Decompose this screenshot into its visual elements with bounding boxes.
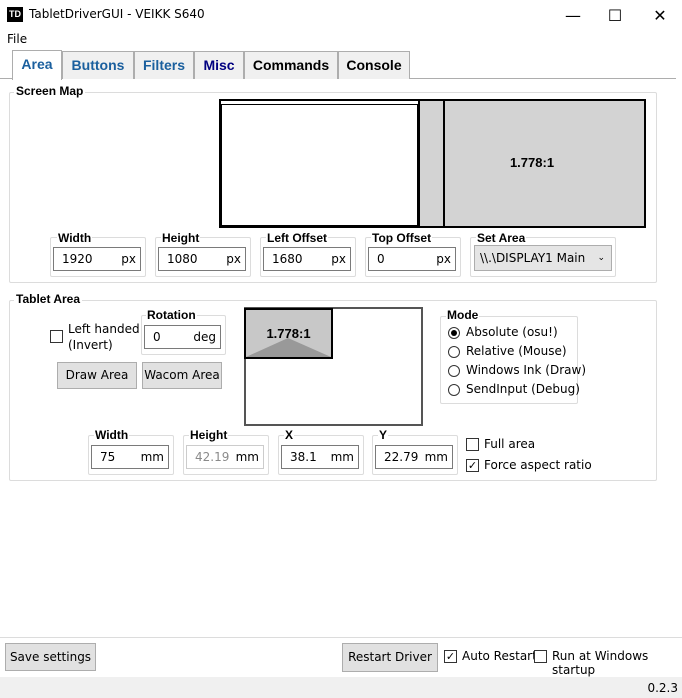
- close-icon: ✕: [653, 5, 667, 25]
- close-button[interactable]: ✕: [637, 0, 682, 30]
- screen-ratio: 1.778:1: [509, 155, 555, 170]
- force-aspect-label: Force aspect ratio: [484, 458, 592, 472]
- screen-height-input[interactable]: 1080 px: [158, 247, 246, 271]
- force-aspect-checkbox[interactable]: ✓: [466, 459, 479, 472]
- status-bar: 0.2.3: [0, 677, 682, 698]
- top-offset-input[interactable]: 0 px: [368, 247, 456, 271]
- set-area-label: Set Area: [476, 231, 527, 245]
- wacom-area-button[interactable]: Wacom Area: [142, 362, 222, 389]
- tablet-area-label: Tablet Area: [14, 292, 83, 306]
- window-title: TabletDriverGUI - VEIKK S640: [29, 7, 205, 21]
- mode-label-absolute: Absolute (osu!): [466, 325, 558, 339]
- rotation-input[interactable]: 0 deg: [144, 325, 221, 349]
- screen-width-unit: px: [121, 252, 136, 266]
- screen-width-input[interactable]: 1920 px: [53, 247, 141, 271]
- tablet-width-unit: mm: [140, 450, 164, 464]
- tablet-height-unit: mm: [235, 450, 259, 464]
- rotation-unit: deg: [193, 330, 216, 344]
- tab-misc[interactable]: Misc: [194, 51, 244, 79]
- app-icon: TD: [7, 7, 23, 22]
- screen-map-label: Screen Map: [14, 84, 86, 98]
- tablet-height-label: Height: [189, 428, 229, 442]
- mode-label-relative: Relative (Mouse): [466, 344, 567, 358]
- maximize-icon: ☐: [607, 5, 623, 25]
- version-label: 0.2.3: [647, 681, 678, 695]
- tab-area[interactable]: Area: [12, 50, 62, 80]
- auto-restart-checkbox[interactable]: ✓: [444, 650, 457, 663]
- restart-driver-button[interactable]: Restart Driver: [342, 643, 438, 672]
- mode-radio-sendinput[interactable]: [448, 384, 460, 396]
- tablet-y-unit: mm: [424, 450, 448, 464]
- left-handed-checkbox[interactable]: [50, 330, 63, 343]
- rotation-label: Rotation: [146, 308, 197, 322]
- left-handed-line2: (Invert): [68, 338, 113, 352]
- checkmark-icon: ✓: [467, 459, 478, 472]
- tab-commands[interactable]: Commands: [244, 51, 338, 79]
- rotation-value: 0: [153, 330, 161, 344]
- run-at-startup-checkbox[interactable]: [534, 650, 547, 663]
- left-offset-label: Left Offset: [266, 231, 328, 245]
- mode-radio-relative[interactable]: [448, 346, 460, 358]
- mode-label: Mode: [446, 308, 480, 322]
- tablet-width-value: 75: [100, 450, 116, 464]
- checkmark-icon: ✓: [445, 650, 456, 663]
- full-area-label: Full area: [484, 437, 536, 451]
- tablet-width-input[interactable]: 75 mm: [91, 445, 169, 469]
- minimize-button[interactable]: —: [550, 0, 596, 30]
- tablet-x-label: X: [284, 428, 295, 442]
- draw-area-button[interactable]: Draw Area: [57, 362, 137, 389]
- tablet-height-input: 42.19 mm: [186, 445, 264, 469]
- tablet-height-value: 42.19: [195, 450, 230, 464]
- maximize-button[interactable]: ☐: [592, 0, 638, 30]
- tablet-y-label: Y: [378, 428, 389, 442]
- top-offset-label: Top Offset: [371, 231, 433, 245]
- top-offset-unit: px: [436, 252, 451, 266]
- top-offset-value: 0: [377, 252, 385, 266]
- tablet-x-input[interactable]: 38.1 mm: [281, 445, 359, 469]
- mode-radio-absolute[interactable]: [448, 327, 460, 339]
- minimize-icon: —: [565, 5, 581, 25]
- auto-restart-label: Auto Restart: [462, 649, 537, 663]
- monitor-left: [221, 104, 418, 226]
- chevron-down-icon: ⌄: [597, 253, 605, 263]
- full-area-checkbox[interactable]: [466, 438, 479, 451]
- save-settings-button[interactable]: Save settings: [5, 643, 96, 671]
- left-handed-line1: Left handed: [68, 322, 140, 336]
- set-area-dropdown[interactable]: \\.\DISPLAY1 Main ⌄: [474, 245, 612, 271]
- tablet-width-label: Width: [94, 428, 130, 442]
- menu-file[interactable]: File: [7, 32, 27, 46]
- mode-label-windows-ink: Windows Ink (Draw): [466, 363, 586, 377]
- left-offset-input[interactable]: 1680 px: [263, 247, 351, 271]
- tablet-x-unit: mm: [330, 450, 354, 464]
- screen-width-value: 1920: [62, 252, 93, 266]
- left-offset-unit: px: [331, 252, 346, 266]
- tablet-x-value: 38.1: [290, 450, 317, 464]
- tab-filters[interactable]: Filters: [134, 51, 194, 79]
- title-bar: TD TabletDriverGUI - VEIKK S640 — ☐ ✕: [0, 0, 682, 30]
- left-handed-label: Left handed (Invert): [68, 321, 140, 353]
- tab-console[interactable]: Console: [338, 51, 410, 79]
- set-area-value: \\.\DISPLAY1 Main: [480, 251, 586, 265]
- tablet-y-value: 22.79: [384, 450, 419, 464]
- tablet-y-input[interactable]: 22.79 mm: [375, 445, 453, 469]
- mode-label-sendinput: SendInput (Debug): [466, 382, 580, 396]
- screen-height-unit: px: [226, 252, 241, 266]
- run-at-startup-label: Run at Windows startup: [552, 649, 649, 677]
- left-offset-value: 1680: [272, 252, 303, 266]
- mode-radio-windows-ink[interactable]: [448, 365, 460, 377]
- screen-height-label: Height: [161, 231, 201, 245]
- tablet-ratio: 1.778:1: [266, 326, 311, 341]
- monitor-middle: [418, 101, 445, 226]
- screen-width-label: Width: [57, 231, 93, 245]
- screen-height-value: 1080: [167, 252, 198, 266]
- tab-buttons[interactable]: Buttons: [62, 51, 134, 79]
